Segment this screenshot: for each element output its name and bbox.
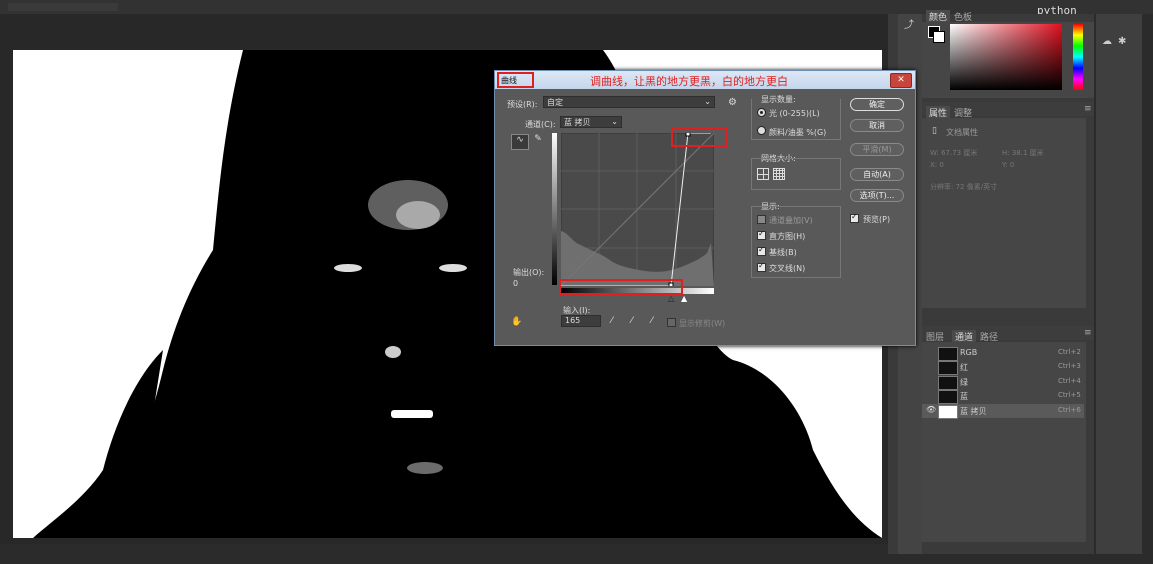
channel-thumbnail <box>938 361 958 375</box>
top-bar <box>0 0 1153 14</box>
channel-row-selected[interactable]: 👁 蓝 拷贝 Ctrl+6 <box>922 404 1084 419</box>
show-clipping-label: 显示修剪(W) <box>679 319 726 328</box>
smooth-button[interactable]: 平滑(M) <box>850 143 904 156</box>
channel-name: 红 <box>960 363 968 372</box>
height-readout: H: 38.1 厘米 <box>1002 149 1044 157</box>
channel-shortcut: Ctrl+4 <box>1058 377 1081 385</box>
right-panel: 颜色 色板 属性 调整 ≡ ▯ 文档属性 W: 67.73 厘米 H: 38.1… <box>922 10 1094 554</box>
top-point-highlight <box>671 127 727 147</box>
input-value: 165 <box>565 316 581 325</box>
channel-row[interactable]: RGB Ctrl+2 <box>922 346 1084 361</box>
chevron-down-icon: ⌄ <box>704 97 711 106</box>
color-picker-field[interactable] <box>950 24 1062 90</box>
preset-value: 自定 <box>547 98 563 107</box>
document-icon: ▯ <box>932 126 937 136</box>
output-gradient-bar <box>552 133 557 285</box>
annotation-text: 调曲线，让黑的地方更黑，白的地方更白 <box>590 75 788 88</box>
targeted-adjust-icon[interactable]: ✋ <box>511 317 522 327</box>
gray-eyedropper-icon[interactable]: ⁄ <box>631 316 633 326</box>
black-eyedropper-icon[interactable]: ⁄ <box>611 316 613 326</box>
history-icon[interactable]: ⤴ <box>904 16 916 31</box>
resolution-readout: 分辨率: 72 像素/英寸 <box>930 183 998 191</box>
panel-menu-icon[interactable]: ≡ <box>1084 104 1092 114</box>
ok-button[interactable]: 确定 <box>850 98 904 111</box>
right-panel-collapsed: ☁ ✱ <box>1096 14 1142 554</box>
title-highlight <box>497 72 534 88</box>
curve-graph[interactable] <box>561 133 714 286</box>
output-value: 0 <box>513 279 519 288</box>
channel-thumbnail <box>938 376 958 390</box>
channel-name: 绿 <box>960 378 968 387</box>
channel-shortcut: Ctrl+5 <box>1058 391 1081 399</box>
channel-shortcut: Ctrl+2 <box>1058 348 1081 356</box>
preset-label: 预设(R): <box>507 100 538 109</box>
bottom-point-highlight <box>559 279 683 295</box>
white-eyedropper-icon[interactable]: ⁄ <box>651 316 653 326</box>
libraries-icon[interactable]: ✱ <box>1118 36 1126 47</box>
hue-slider[interactable] <box>1073 24 1083 90</box>
doc-properties-label: 文档属性 <box>946 128 978 137</box>
options-button[interactable]: 选项(T)... <box>850 189 904 202</box>
width-readout: W: 67.73 厘米 <box>930 149 978 157</box>
channel-thumbnail <box>938 405 958 419</box>
channel-value: 蓝 拷贝 <box>564 118 591 127</box>
background-color[interactable] <box>933 31 945 43</box>
panel-menu-icon[interactable]: ≡ <box>1084 328 1092 338</box>
display-amount-group <box>751 99 841 140</box>
white-point-slider-icon[interactable]: ▲ <box>681 294 687 303</box>
preset-select[interactable]: 自定 ⌄ <box>543 96 715 108</box>
channel-shortcut: Ctrl+6 <box>1058 406 1081 414</box>
preview-label: 预览(P) <box>863 215 891 224</box>
close-icon[interactable]: ✕ <box>890 73 912 88</box>
black-point-slider-icon[interactable]: △ <box>668 294 674 303</box>
output-label: 输出(O): <box>513 268 545 277</box>
curve-point-tool-icon[interactable]: ∿ <box>511 134 529 150</box>
channel-shortcut: Ctrl+3 <box>1058 362 1081 370</box>
channel-row[interactable]: 红 Ctrl+3 <box>922 360 1084 375</box>
curves-dialog: 曲线 ✕ 调曲线，让黑的地方更黑，白的地方更白 预设(R): 自定 ⌄ ⚙ 通道(… <box>494 70 916 346</box>
y-readout: Y: 0 <box>1002 161 1015 169</box>
chevron-down-icon: ⌄ <box>611 117 618 126</box>
channel-row[interactable]: 绿 Ctrl+4 <box>922 375 1084 390</box>
auto-button[interactable]: 自动(A) <box>850 168 904 181</box>
pencil-icon[interactable]: ✎ <box>531 134 545 148</box>
channel-thumbnail <box>938 390 958 404</box>
dialog-body: 预设(R): 自定 ⌄ ⚙ 通道(C): 蓝 拷贝 ⌄ ∿ ✎ 输出(O): 0 △ <box>495 89 915 345</box>
preview-checkbox[interactable] <box>850 212 859 223</box>
channels-tabbar <box>922 326 1094 340</box>
cancel-button[interactable]: 取消 <box>850 119 904 132</box>
properties-panel <box>922 118 1086 308</box>
channel-label: 通道(C): <box>525 120 556 129</box>
x-readout: X: 0 <box>930 161 944 169</box>
channel-name: 蓝 <box>960 392 968 401</box>
eye-icon[interactable]: 👁 <box>926 405 936 414</box>
channel-list: RGB Ctrl+2 红 Ctrl+3 绿 Ctrl+4 蓝 Ctrl+5 👁 蓝 拷贝 C… <box>922 346 1086 426</box>
channel-thumbnail <box>938 347 958 361</box>
gear-icon[interactable]: ⚙ <box>728 97 737 108</box>
channel-name: 蓝 拷贝 <box>960 407 987 416</box>
document-tab[interactable] <box>8 3 118 11</box>
channel-select[interactable]: 蓝 拷贝 ⌄ <box>560 116 622 128</box>
grid-size-group <box>751 158 841 190</box>
input-value-field[interactable]: 165 <box>561 315 601 327</box>
channel-row[interactable]: 蓝 Ctrl+5 <box>922 389 1084 404</box>
channel-name: RGB <box>960 348 978 357</box>
show-group <box>751 206 841 278</box>
cloud-icon[interactable]: ☁ <box>1102 36 1112 47</box>
show-clipping-checkbox[interactable] <box>667 318 676 327</box>
